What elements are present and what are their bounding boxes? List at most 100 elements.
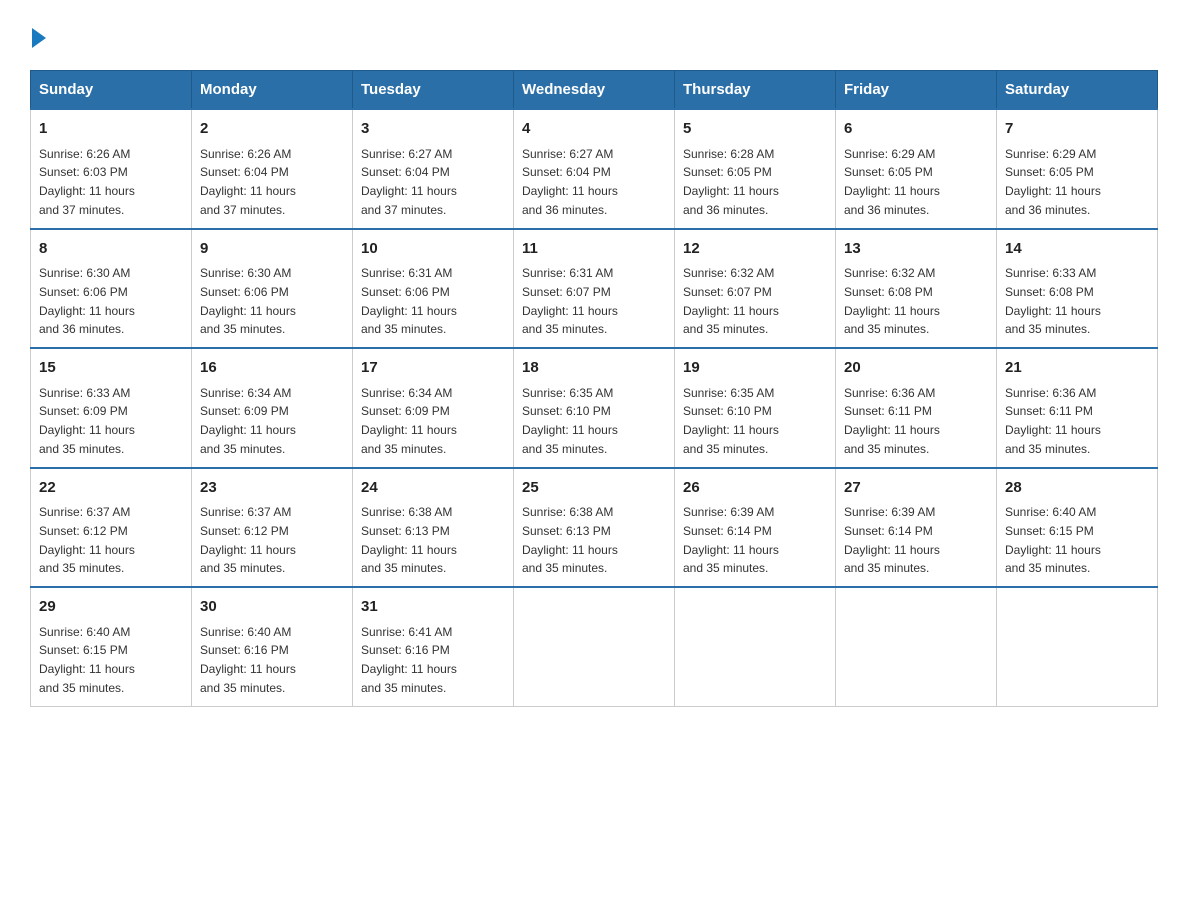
day-info: Sunrise: 6:41 AMSunset: 6:16 PMDaylight:… bbox=[361, 625, 457, 695]
day-number: 15 bbox=[39, 357, 183, 380]
calendar-cell: 26 Sunrise: 6:39 AMSunset: 6:14 PMDaylig… bbox=[675, 468, 836, 588]
day-number: 30 bbox=[200, 596, 344, 619]
day-info: Sunrise: 6:31 AMSunset: 6:07 PMDaylight:… bbox=[522, 266, 618, 336]
day-number: 2 bbox=[200, 118, 344, 141]
calendar-cell bbox=[836, 587, 997, 706]
day-info: Sunrise: 6:37 AMSunset: 6:12 PMDaylight:… bbox=[200, 505, 296, 575]
day-number: 25 bbox=[522, 477, 666, 500]
calendar-cell: 29 Sunrise: 6:40 AMSunset: 6:15 PMDaylig… bbox=[31, 587, 192, 706]
calendar-cell: 13 Sunrise: 6:32 AMSunset: 6:08 PMDaylig… bbox=[836, 229, 997, 349]
day-info: Sunrise: 6:32 AMSunset: 6:07 PMDaylight:… bbox=[683, 266, 779, 336]
calendar-week-row: 22 Sunrise: 6:37 AMSunset: 6:12 PMDaylig… bbox=[31, 468, 1158, 588]
calendar-cell: 18 Sunrise: 6:35 AMSunset: 6:10 PMDaylig… bbox=[514, 348, 675, 468]
calendar-cell: 30 Sunrise: 6:40 AMSunset: 6:16 PMDaylig… bbox=[192, 587, 353, 706]
day-number: 26 bbox=[683, 477, 827, 500]
calendar-cell: 11 Sunrise: 6:31 AMSunset: 6:07 PMDaylig… bbox=[514, 229, 675, 349]
day-number: 20 bbox=[844, 357, 988, 380]
day-number: 28 bbox=[1005, 477, 1149, 500]
calendar-cell: 2 Sunrise: 6:26 AMSunset: 6:04 PMDayligh… bbox=[192, 109, 353, 229]
day-number: 24 bbox=[361, 477, 505, 500]
day-info: Sunrise: 6:33 AMSunset: 6:08 PMDaylight:… bbox=[1005, 266, 1101, 336]
calendar-day-header: Saturday bbox=[997, 71, 1158, 110]
calendar-cell: 9 Sunrise: 6:30 AMSunset: 6:06 PMDayligh… bbox=[192, 229, 353, 349]
day-number: 23 bbox=[200, 477, 344, 500]
calendar-cell: 4 Sunrise: 6:27 AMSunset: 6:04 PMDayligh… bbox=[514, 109, 675, 229]
day-number: 5 bbox=[683, 118, 827, 141]
day-info: Sunrise: 6:36 AMSunset: 6:11 PMDaylight:… bbox=[1005, 386, 1101, 456]
day-info: Sunrise: 6:33 AMSunset: 6:09 PMDaylight:… bbox=[39, 386, 135, 456]
calendar-cell: 8 Sunrise: 6:30 AMSunset: 6:06 PMDayligh… bbox=[31, 229, 192, 349]
day-info: Sunrise: 6:32 AMSunset: 6:08 PMDaylight:… bbox=[844, 266, 940, 336]
calendar-cell: 27 Sunrise: 6:39 AMSunset: 6:14 PMDaylig… bbox=[836, 468, 997, 588]
calendar-body: 1 Sunrise: 6:26 AMSunset: 6:03 PMDayligh… bbox=[31, 109, 1158, 706]
calendar-cell: 28 Sunrise: 6:40 AMSunset: 6:15 PMDaylig… bbox=[997, 468, 1158, 588]
calendar-cell: 16 Sunrise: 6:34 AMSunset: 6:09 PMDaylig… bbox=[192, 348, 353, 468]
day-number: 27 bbox=[844, 477, 988, 500]
day-number: 1 bbox=[39, 118, 183, 141]
calendar-week-row: 15 Sunrise: 6:33 AMSunset: 6:09 PMDaylig… bbox=[31, 348, 1158, 468]
day-number: 19 bbox=[683, 357, 827, 380]
calendar-week-row: 8 Sunrise: 6:30 AMSunset: 6:06 PMDayligh… bbox=[31, 229, 1158, 349]
day-number: 3 bbox=[361, 118, 505, 141]
calendar-cell: 5 Sunrise: 6:28 AMSunset: 6:05 PMDayligh… bbox=[675, 109, 836, 229]
calendar-week-row: 29 Sunrise: 6:40 AMSunset: 6:15 PMDaylig… bbox=[31, 587, 1158, 706]
day-number: 7 bbox=[1005, 118, 1149, 141]
day-number: 21 bbox=[1005, 357, 1149, 380]
day-info: Sunrise: 6:34 AMSunset: 6:09 PMDaylight:… bbox=[361, 386, 457, 456]
calendar-cell bbox=[675, 587, 836, 706]
day-info: Sunrise: 6:30 AMSunset: 6:06 PMDaylight:… bbox=[39, 266, 135, 336]
calendar-cell: 19 Sunrise: 6:35 AMSunset: 6:10 PMDaylig… bbox=[675, 348, 836, 468]
day-number: 4 bbox=[522, 118, 666, 141]
day-info: Sunrise: 6:29 AMSunset: 6:05 PMDaylight:… bbox=[1005, 147, 1101, 217]
day-number: 22 bbox=[39, 477, 183, 500]
calendar-cell: 31 Sunrise: 6:41 AMSunset: 6:16 PMDaylig… bbox=[353, 587, 514, 706]
day-number: 6 bbox=[844, 118, 988, 141]
calendar-day-header: Monday bbox=[192, 71, 353, 110]
day-info: Sunrise: 6:35 AMSunset: 6:10 PMDaylight:… bbox=[683, 386, 779, 456]
calendar-cell: 15 Sunrise: 6:33 AMSunset: 6:09 PMDaylig… bbox=[31, 348, 192, 468]
day-number: 12 bbox=[683, 238, 827, 261]
calendar-cell: 21 Sunrise: 6:36 AMSunset: 6:11 PMDaylig… bbox=[997, 348, 1158, 468]
calendar-cell: 20 Sunrise: 6:36 AMSunset: 6:11 PMDaylig… bbox=[836, 348, 997, 468]
page-header bbox=[30, 30, 1158, 50]
calendar-day-header: Tuesday bbox=[353, 71, 514, 110]
day-info: Sunrise: 6:37 AMSunset: 6:12 PMDaylight:… bbox=[39, 505, 135, 575]
day-number: 29 bbox=[39, 596, 183, 619]
day-info: Sunrise: 6:40 AMSunset: 6:15 PMDaylight:… bbox=[1005, 505, 1101, 575]
day-number: 18 bbox=[522, 357, 666, 380]
calendar-cell bbox=[514, 587, 675, 706]
calendar-cell: 24 Sunrise: 6:38 AMSunset: 6:13 PMDaylig… bbox=[353, 468, 514, 588]
calendar-cell: 12 Sunrise: 6:32 AMSunset: 6:07 PMDaylig… bbox=[675, 229, 836, 349]
day-info: Sunrise: 6:39 AMSunset: 6:14 PMDaylight:… bbox=[844, 505, 940, 575]
day-info: Sunrise: 6:26 AMSunset: 6:03 PMDaylight:… bbox=[39, 147, 135, 217]
calendar-cell bbox=[997, 587, 1158, 706]
calendar-day-header: Sunday bbox=[31, 71, 192, 110]
day-info: Sunrise: 6:30 AMSunset: 6:06 PMDaylight:… bbox=[200, 266, 296, 336]
calendar-header-row: SundayMondayTuesdayWednesdayThursdayFrid… bbox=[31, 71, 1158, 110]
calendar-cell: 23 Sunrise: 6:37 AMSunset: 6:12 PMDaylig… bbox=[192, 468, 353, 588]
calendar-day-header: Wednesday bbox=[514, 71, 675, 110]
calendar-day-header: Friday bbox=[836, 71, 997, 110]
logo bbox=[30, 30, 46, 50]
day-info: Sunrise: 6:29 AMSunset: 6:05 PMDaylight:… bbox=[844, 147, 940, 217]
day-info: Sunrise: 6:28 AMSunset: 6:05 PMDaylight:… bbox=[683, 147, 779, 217]
day-info: Sunrise: 6:40 AMSunset: 6:15 PMDaylight:… bbox=[39, 625, 135, 695]
day-info: Sunrise: 6:36 AMSunset: 6:11 PMDaylight:… bbox=[844, 386, 940, 456]
day-info: Sunrise: 6:39 AMSunset: 6:14 PMDaylight:… bbox=[683, 505, 779, 575]
calendar-cell: 1 Sunrise: 6:26 AMSunset: 6:03 PMDayligh… bbox=[31, 109, 192, 229]
calendar-cell: 6 Sunrise: 6:29 AMSunset: 6:05 PMDayligh… bbox=[836, 109, 997, 229]
day-number: 9 bbox=[200, 238, 344, 261]
calendar-table: SundayMondayTuesdayWednesdayThursdayFrid… bbox=[30, 70, 1158, 707]
day-info: Sunrise: 6:35 AMSunset: 6:10 PMDaylight:… bbox=[522, 386, 618, 456]
calendar-cell: 22 Sunrise: 6:37 AMSunset: 6:12 PMDaylig… bbox=[31, 468, 192, 588]
day-number: 10 bbox=[361, 238, 505, 261]
calendar-cell: 10 Sunrise: 6:31 AMSunset: 6:06 PMDaylig… bbox=[353, 229, 514, 349]
day-info: Sunrise: 6:34 AMSunset: 6:09 PMDaylight:… bbox=[200, 386, 296, 456]
day-info: Sunrise: 6:38 AMSunset: 6:13 PMDaylight:… bbox=[361, 505, 457, 575]
calendar-cell: 17 Sunrise: 6:34 AMSunset: 6:09 PMDaylig… bbox=[353, 348, 514, 468]
day-number: 14 bbox=[1005, 238, 1149, 261]
day-info: Sunrise: 6:27 AMSunset: 6:04 PMDaylight:… bbox=[361, 147, 457, 217]
calendar-cell: 25 Sunrise: 6:38 AMSunset: 6:13 PMDaylig… bbox=[514, 468, 675, 588]
calendar-cell: 3 Sunrise: 6:27 AMSunset: 6:04 PMDayligh… bbox=[353, 109, 514, 229]
day-info: Sunrise: 6:31 AMSunset: 6:06 PMDaylight:… bbox=[361, 266, 457, 336]
